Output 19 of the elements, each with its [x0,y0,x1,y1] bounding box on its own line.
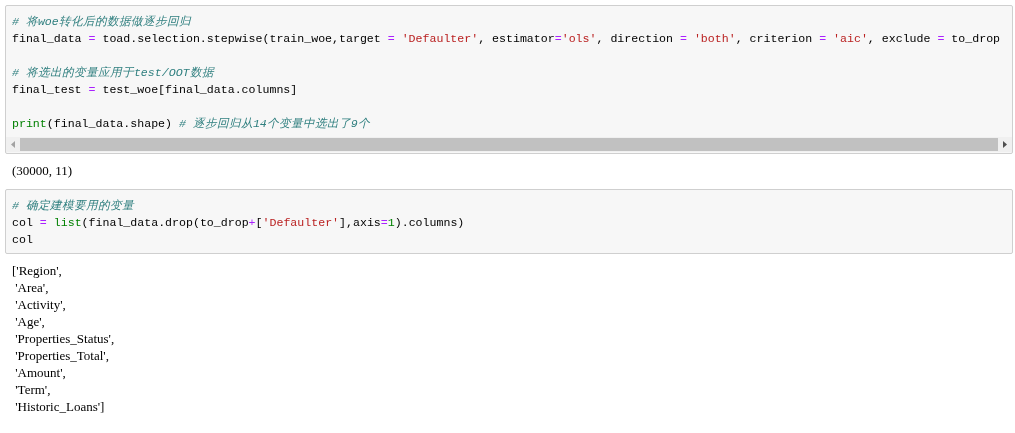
output-line: 'Historic_Loans'] [14,398,105,415]
horizontal-scrollbar[interactable] [6,137,1012,152]
code-line: col = list(final_data.drop(to_drop+['Defaulter'],axis=1).columns) [12,215,466,231]
output-line: 'Age', [14,313,45,330]
output-line: 'Properties_Status', [14,330,115,347]
output-line: 'Properties_Total', [14,347,109,364]
code-line: print(final_data.shape) # 逐步回归从14个变量中选出了9个 [12,116,371,132]
code-line: # 确定建模要用的变量 [12,198,136,214]
output-line: 'Area', [14,279,49,296]
code-line: # 将woe转化后的数据做逐步回归 [12,14,193,30]
output-line: ['Region', [12,262,62,279]
code-line: final_test = test_woe[final_data.columns] [12,82,299,98]
code-line: final_data = toad.selection.stepwise(train_woe,target = 'Defaulter', estimator='ols', direction = 'both', criterion = 'aic', exclude = to_drop [12,31,1002,47]
output-line: (30000, 11) [12,162,73,179]
output-line: 'Activity', [14,296,66,313]
code-line: col [12,232,34,248]
output-line: 'Amount', [14,364,66,381]
code-line: # 将选出的变量应用于test/OOT数据 [12,65,216,81]
output-line: 'Term', [14,381,51,398]
